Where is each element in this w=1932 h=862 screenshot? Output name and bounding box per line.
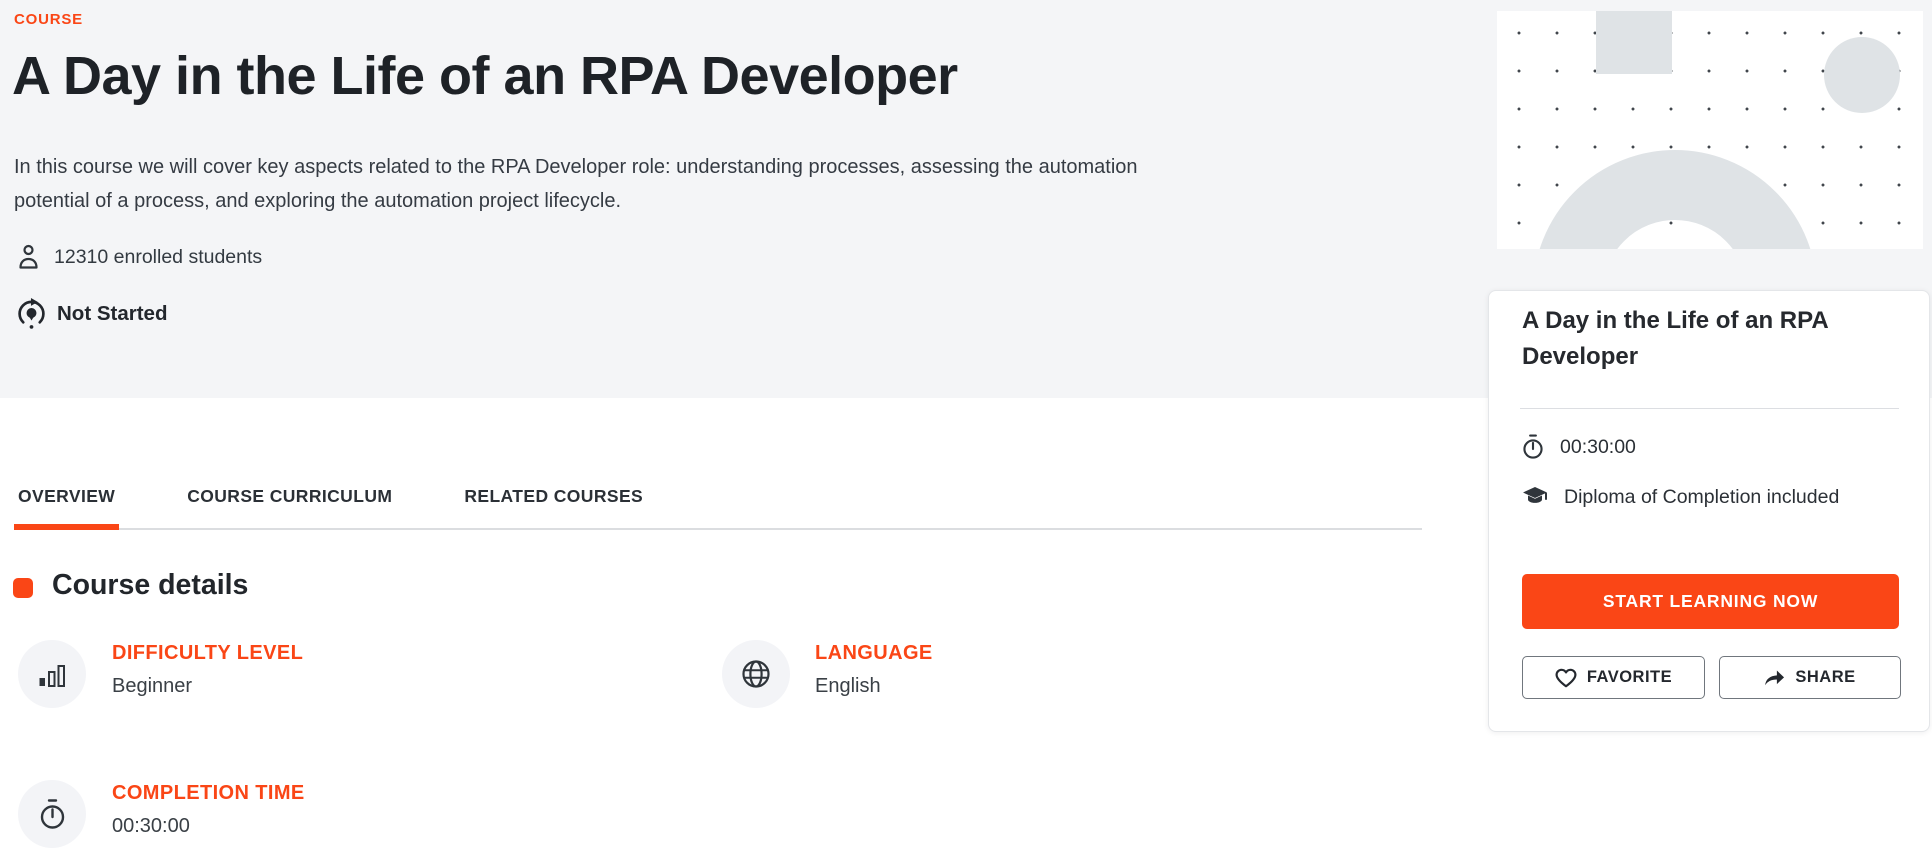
card-divider bbox=[1520, 408, 1899, 409]
language-icon-circle bbox=[722, 640, 790, 708]
enrolled-students-text: 12310 enrolled students bbox=[54, 245, 263, 268]
difficulty-value: Beginner bbox=[112, 675, 193, 697]
progress-status-icon bbox=[16, 298, 47, 329]
tab-overview[interactable]: OVERVIEW bbox=[14, 481, 120, 530]
stopwatch-icon bbox=[1522, 434, 1544, 460]
language-value: English bbox=[815, 675, 881, 697]
start-learning-button[interactable]: START LEARNING NOW bbox=[1522, 574, 1899, 629]
person-icon bbox=[18, 244, 39, 270]
globe-icon bbox=[740, 658, 772, 690]
bar-chart-icon bbox=[37, 660, 67, 688]
graduation-cap-icon bbox=[1522, 486, 1548, 509]
share-arrow-icon bbox=[1764, 669, 1785, 687]
page-title: A Day in the Life of an RPA Developer bbox=[12, 46, 958, 106]
stopwatch-icon bbox=[39, 798, 66, 830]
difficulty-icon-circle bbox=[18, 640, 86, 708]
heart-icon bbox=[1555, 668, 1577, 688]
tab-bar: OVERVIEW COURSE CURRICULUM RELATED COURS… bbox=[14, 481, 1422, 530]
share-label: SHARE bbox=[1795, 668, 1856, 686]
tab-course-curriculum[interactable]: COURSE CURRICULUM bbox=[183, 481, 396, 528]
course-eyebrow: COURSE bbox=[14, 11, 83, 28]
course-summary-card: A Day in the Life of an RPA Developer 00… bbox=[1488, 290, 1930, 732]
status-row: Not Started bbox=[16, 298, 167, 329]
favorite-button[interactable]: FAVORITE bbox=[1522, 656, 1705, 699]
card-diploma-row: Diploma of Completion included bbox=[1522, 486, 1839, 509]
card-diploma-text: Diploma of Completion included bbox=[1564, 486, 1840, 508]
status-text: Not Started bbox=[57, 301, 168, 325]
card-duration-text: 00:30:00 bbox=[1560, 435, 1636, 458]
difficulty-label: DIFFICULTY LEVEL bbox=[112, 642, 304, 664]
course-description: In this course we will cover key aspects… bbox=[14, 156, 1138, 212]
share-button[interactable]: SHARE bbox=[1719, 656, 1901, 699]
completion-time-icon-circle bbox=[18, 780, 86, 848]
decor-circle bbox=[1824, 37, 1900, 113]
decor-square bbox=[1596, 11, 1672, 74]
tab-related-courses[interactable]: RELATED COURSES bbox=[460, 481, 647, 528]
language-label: LANGUAGE bbox=[815, 642, 933, 664]
section-bullet bbox=[13, 578, 33, 598]
course-page: COURSE A Day in the Life of an RPA Devel… bbox=[0, 0, 1932, 862]
section-title: Course details bbox=[52, 569, 249, 601]
course-banner-image bbox=[1497, 11, 1923, 249]
card-title: A Day in the Life of an RPA Developer bbox=[1522, 307, 1828, 370]
card-duration-row: 00:30:00 bbox=[1522, 434, 1636, 460]
enrolled-students-row: 12310 enrolled students bbox=[18, 244, 262, 270]
favorite-label: FAVORITE bbox=[1586, 668, 1673, 686]
completion-time-value: 00:30:00 bbox=[112, 815, 190, 837]
completion-time-label: COMPLETION TIME bbox=[112, 782, 305, 804]
